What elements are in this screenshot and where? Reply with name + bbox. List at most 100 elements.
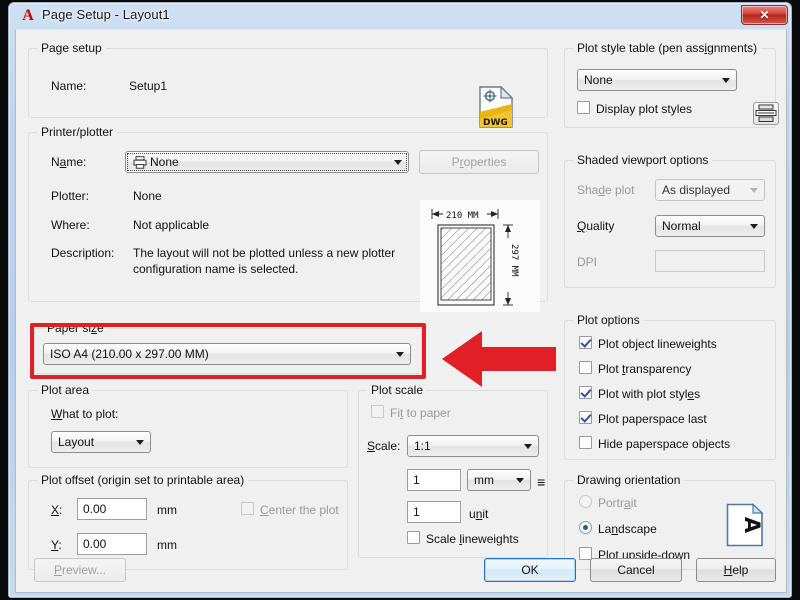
quality-value: Normal [662, 216, 701, 236]
ok-button[interactable]: OK [484, 558, 576, 582]
autocad-logo-icon: A [19, 7, 37, 25]
page-setup-legend: Page setup [37, 41, 106, 55]
shade-plot-combo[interactable]: As displayed [655, 179, 765, 201]
dpi-label: DPI [577, 255, 597, 269]
plot-paperspace-last-checkbox[interactable] [579, 411, 592, 424]
shade-plot-value: As displayed [662, 180, 730, 200]
where-label: Where: [51, 218, 90, 232]
plot-options-legend: Plot options [573, 313, 644, 327]
quality-combo[interactable]: Normal [655, 215, 765, 237]
where-value: Not applicable [133, 218, 209, 232]
scale-denominator-input[interactable] [407, 501, 461, 523]
paper-size-value: ISO A4 (210.00 x 297.00 MM) [50, 344, 209, 364]
plot-object-lineweights-checkbox[interactable] [579, 336, 592, 349]
chevron-down-icon [524, 444, 532, 449]
paper-width-label: 210 MM [446, 211, 479, 221]
equals-sign: ≡ [537, 475, 545, 489]
plot-offset-y-input[interactable] [77, 533, 147, 555]
paper-preview-diagram: 210 MM 297 MM [420, 200, 540, 312]
shade-plot-label: Shade plot [577, 183, 634, 197]
hide-paperspace-objects-checkbox[interactable] [579, 436, 592, 449]
plot-style-table-icon [754, 103, 778, 124]
plot-offset-x-input[interactable] [77, 498, 147, 520]
drawing-orientation-legend: Drawing orientation [573, 473, 684, 487]
printer-plotter-legend: Printer/plotter [37, 125, 117, 139]
printer-name-label: Name: [51, 155, 86, 169]
what-to-plot-value: Layout [58, 432, 94, 452]
what-to-plot-combo[interactable]: Layout [51, 431, 151, 453]
plot-style-table-group: Plot style table (pen assignments) None … [564, 48, 776, 128]
scale-value: 1:1 [414, 436, 431, 456]
plot-with-plot-styles-checkbox[interactable] [579, 386, 592, 399]
plotter-value: None [133, 189, 162, 203]
scale-denominator-unit: unit [469, 507, 488, 521]
plot-style-table-value: None [584, 70, 613, 90]
preview-button[interactable]: Preview... [34, 558, 126, 582]
plot-scale-group: Plot scale Fit to paper Scale: 1:1 mm ≡ … [358, 390, 548, 558]
chevron-down-icon [722, 78, 730, 83]
description-value-line1: The layout will not be plotted unless a … [133, 246, 395, 260]
plot-transparency-label: Plot transparency [598, 362, 691, 376]
center-the-plot-checkbox[interactable] [241, 502, 254, 515]
scale-unit-value: mm [474, 470, 494, 490]
plot-style-table-combo[interactable]: None [577, 69, 737, 91]
chevron-down-icon [396, 352, 404, 357]
scale-numerator-input[interactable] [407, 469, 461, 491]
landscape-radio[interactable] [579, 521, 592, 534]
red-arrow-annotation [440, 329, 558, 389]
plot-with-plot-styles-label: Plot with plot styles [598, 387, 700, 401]
orientation-letter: A [740, 517, 764, 534]
plot-style-table-edit-button[interactable] [753, 102, 779, 125]
paper-size-combo[interactable]: ISO A4 (210.00 x 297.00 MM) [43, 343, 411, 365]
plot-offset-y-unit: mm [157, 538, 177, 552]
paper-size-legend: Paper size [43, 321, 108, 335]
properties-button[interactable]: Properties [419, 150, 539, 174]
close-button[interactable]: ✕ [741, 5, 788, 25]
chevron-down-icon [516, 478, 524, 483]
chevron-down-icon [136, 440, 144, 445]
printer-name-value: None [150, 152, 179, 172]
portrait-radio[interactable] [579, 495, 592, 508]
chevron-down-icon [750, 188, 758, 193]
description-value-line2: configuration name is selected. [133, 262, 298, 276]
fit-to-paper-checkbox[interactable] [371, 405, 384, 418]
what-to-plot-label: What to plot: [51, 407, 118, 421]
scale-unit-combo[interactable]: mm [467, 469, 531, 491]
page-setup-name-value: Setup1 [129, 79, 167, 93]
plotter-label: Plotter: [51, 189, 89, 203]
paper-size-group: Paper size ISO A4 (210.00 x 297.00 MM) [34, 328, 422, 374]
svg-text:DWG: DWG [483, 118, 508, 128]
dwg-file-icon: DWG [478, 86, 514, 128]
plot-area-group: Plot area What to plot: Layout [28, 390, 348, 468]
cancel-button[interactable]: Cancel [590, 558, 682, 582]
shaded-viewport-legend: Shaded viewport options [573, 153, 712, 167]
chevron-down-icon [394, 160, 402, 165]
shaded-viewport-options-group: Shaded viewport options Shade plot As di… [564, 160, 776, 288]
hide-paperspace-objects-label: Hide paperspace objects [598, 437, 730, 451]
plot-offset-group: Plot offset (origin set to printable are… [28, 480, 348, 570]
plot-scale-legend: Plot scale [367, 383, 427, 397]
scale-combo[interactable]: 1:1 [407, 435, 539, 457]
scale-lineweights-checkbox[interactable] [407, 531, 420, 544]
plot-object-lineweights-label: Plot object lineweights [598, 337, 717, 351]
cancel-button-label: Cancel [591, 559, 681, 581]
display-plot-styles-checkbox[interactable] [577, 101, 590, 114]
scale-lineweights-label: Scale lineweights [426, 532, 519, 546]
quality-label: Quality [577, 219, 614, 233]
help-button[interactable]: Help [696, 558, 776, 582]
chevron-down-icon [750, 224, 758, 229]
paper-height-label: 297 MM [509, 244, 519, 277]
page-setup-dialog-window: A Page Setup - Layout1 ✕ Page setup Name… [8, 2, 792, 598]
window-title: Page Setup - Layout1 [42, 7, 170, 22]
plot-offset-x-unit: mm [157, 503, 177, 517]
printer-name-combo[interactable]: None [125, 151, 409, 173]
display-plot-styles-label: Display plot styles [596, 102, 692, 116]
plot-transparency-checkbox[interactable] [579, 361, 592, 374]
plot-offset-y-label: Y: [51, 538, 62, 552]
properties-button-label: Properties [420, 151, 538, 173]
title-bar: A Page Setup - Layout1 ✕ [9, 3, 791, 29]
ok-button-label: OK [485, 559, 575, 581]
fit-to-paper-label: Fit to paper [390, 406, 451, 420]
page-setup-group: Page setup Name: Setup1 [28, 48, 548, 118]
dpi-input[interactable] [655, 250, 765, 272]
